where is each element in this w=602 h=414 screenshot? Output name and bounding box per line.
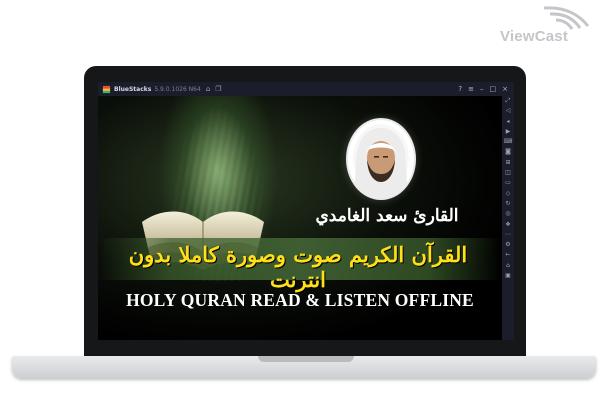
maximize-icon[interactable]: □ (490, 85, 497, 93)
volume-up-icon[interactable]: ◁ (506, 106, 511, 116)
keyboard-icon[interactable]: ⌨ (504, 137, 513, 147)
close-icon[interactable]: × (502, 85, 508, 93)
viewcast-watermark-logo: ViewCast (500, 4, 596, 48)
macro-icon[interactable]: ◎ (505, 209, 510, 219)
multi-instance-icon[interactable]: ❐ (215, 85, 221, 93)
reciter-portrait (348, 120, 414, 198)
video-icon[interactable]: ▶ (506, 127, 511, 137)
signal-arcs-icon (543, 6, 590, 30)
reciter-portrait-image (353, 124, 409, 198)
screenshot-icon[interactable]: ◫ (505, 168, 511, 178)
settings-icon[interactable]: ⚙ (505, 240, 510, 250)
help-icon[interactable]: ? (458, 85, 462, 93)
laptop-screen: BlueStacks 5.9.0.1026 N64 ⌂ ❐ ? ≡ – □ × (98, 82, 514, 340)
volume-down-icon[interactable]: ◂ (506, 117, 509, 127)
apk-install-icon[interactable]: ⊞ (505, 158, 510, 168)
bluestacks-logo-icon (102, 85, 111, 93)
eco-mode-icon[interactable]: ❖ (505, 220, 510, 230)
shake-icon[interactable]: ◇ (506, 189, 511, 199)
emulator-sidebar: ⤢ ◁ ◂ ▶ ⌨ ◙ ⊞ ◫ ▭ ◇ ↻ ◎ ❖ ⋯ ⚙ ← ⌂ ▣ (502, 96, 514, 340)
rotate-icon[interactable]: ↻ (505, 199, 510, 209)
english-title: HOLY QURAN READ & LISTEN OFFLINE (126, 290, 474, 310)
arabic-title: القرآن الكريم صوت وصورة كاملا بدون انترن… (128, 242, 468, 292)
window-controls: ? ≡ – □ × (458, 85, 514, 93)
watermark-text: ViewCast (500, 28, 569, 45)
more-icon[interactable]: ⋯ (505, 230, 511, 240)
emulator-version: 5.9.0.1026 N64 (154, 85, 201, 93)
minimize-icon[interactable]: – (480, 85, 484, 93)
fullscreen-icon[interactable]: ⤢ (506, 96, 511, 106)
back-icon[interactable]: ← (505, 250, 510, 260)
app-splash-screen[interactable]: القارئ سعد الغامدي القرآن الكريم صوت وصو… (98, 96, 502, 340)
gamepad-icon[interactable]: ◙ (505, 147, 511, 157)
reciter-name: القارئ سعد الغامدي (315, 206, 459, 226)
emulator-app-name: BlueStacks (114, 85, 152, 93)
laptop-notch (258, 356, 354, 362)
recent-apps-icon[interactable]: ▣ (505, 271, 511, 281)
folder-icon[interactable]: ▭ (505, 178, 511, 188)
menu-icon[interactable]: ≡ (468, 85, 474, 93)
home-icon[interactable]: ⌂ (206, 85, 210, 93)
home-button-icon[interactable]: ⌂ (506, 261, 510, 271)
emulator-titlebar: BlueStacks 5.9.0.1026 N64 ⌂ ❐ ? ≡ – □ × (98, 82, 514, 96)
